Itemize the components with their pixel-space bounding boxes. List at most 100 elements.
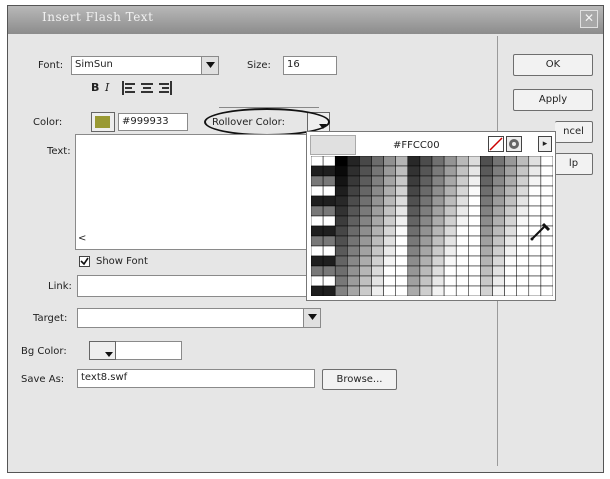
palette-color-cell[interactable] [311, 156, 324, 167]
palette-color-cell[interactable] [431, 165, 445, 177]
help-button[interactable]: lp [555, 153, 593, 175]
palette-color-cell[interactable] [419, 215, 433, 227]
palette-color-cell[interactable] [492, 195, 505, 207]
palette-color-cell[interactable] [347, 195, 360, 207]
palette-color-cell[interactable] [359, 185, 372, 197]
palette-color-cell[interactable] [540, 165, 553, 177]
palette-color-cell[interactable] [359, 165, 372, 177]
palette-color-cell[interactable] [443, 175, 457, 187]
palette-color-cell[interactable] [516, 265, 530, 277]
palette-color-cell[interactable] [455, 255, 469, 267]
palette-color-cell[interactable] [311, 245, 324, 257]
palette-color-cell[interactable] [359, 156, 372, 167]
browse-button[interactable]: Browse... [322, 369, 397, 390]
palette-color-cell[interactable] [516, 195, 530, 207]
palette-color-cell[interactable] [504, 285, 517, 296]
palette-color-cell[interactable] [371, 185, 384, 197]
palette-color-cell[interactable] [395, 215, 409, 227]
palette-color-cell[interactable] [311, 285, 324, 296]
palette-color-cell[interactable] [516, 185, 530, 197]
palette-color-cell[interactable] [334, 285, 348, 296]
palette-color-cell[interactable] [407, 175, 421, 187]
palette-color-cell[interactable] [395, 275, 409, 287]
palette-color-cell[interactable] [468, 275, 481, 287]
palette-color-cell[interactable] [431, 265, 445, 277]
palette-color-cell[interactable] [407, 245, 421, 257]
palette-color-cell[interactable] [516, 215, 530, 227]
palette-color-cell[interactable] [516, 175, 530, 187]
align-left-icon[interactable] [122, 81, 136, 95]
palette-color-cell[interactable] [540, 285, 553, 296]
palette-color-cell[interactable] [419, 255, 433, 267]
palette-color-cell[interactable] [322, 275, 336, 287]
size-input[interactable]: 16 [283, 56, 337, 75]
palette-color-cell[interactable] [371, 255, 384, 267]
palette-color-cell[interactable] [322, 156, 336, 167]
palette-color-cell[interactable] [419, 245, 433, 257]
no-color-icon[interactable] [488, 136, 504, 152]
palette-color-cell[interactable] [492, 265, 505, 277]
palette-color-cell[interactable] [516, 245, 530, 257]
color-wheel-icon[interactable] [506, 136, 522, 152]
palette-color-cell[interactable] [528, 255, 542, 267]
palette-color-cell[interactable] [407, 165, 421, 177]
align-right-icon[interactable] [158, 81, 172, 95]
palette-color-cell[interactable] [492, 175, 505, 187]
palette-color-cell[interactable] [395, 285, 409, 296]
palette-color-cell[interactable] [322, 215, 336, 227]
show-font-checkbox[interactable] [79, 256, 90, 267]
close-button[interactable]: ✕ [580, 10, 598, 28]
palette-color-cell[interactable] [407, 195, 421, 207]
palette-color-cell[interactable] [492, 156, 505, 167]
palette-color-cell[interactable] [431, 195, 445, 207]
palette-color-cell[interactable] [504, 235, 517, 247]
bold-button[interactable]: B [91, 81, 103, 95]
palette-color-cell[interactable] [492, 215, 505, 227]
palette-color-cell[interactable] [383, 205, 396, 217]
ok-button[interactable]: OK [513, 54, 593, 76]
palette-color-cell[interactable] [395, 195, 409, 207]
palette-color-cell[interactable] [311, 195, 324, 207]
palette-color-cell[interactable] [443, 265, 457, 277]
palette-color-cell[interactable] [347, 215, 360, 227]
palette-color-cell[interactable] [443, 156, 457, 167]
palette-color-cell[interactable] [480, 165, 493, 177]
palette-color-cell[interactable] [395, 225, 409, 237]
palette-color-cell[interactable] [540, 205, 553, 217]
palette-color-cell[interactable] [371, 195, 384, 207]
palette-color-cell[interactable] [311, 175, 324, 187]
palette-color-cell[interactable] [334, 265, 348, 277]
palette-color-cell[interactable] [383, 235, 396, 247]
palette-color-cell[interactable] [334, 275, 348, 287]
palette-color-cell[interactable] [540, 265, 553, 277]
palette-color-cell[interactable] [504, 205, 517, 217]
palette-color-cell[interactable] [516, 165, 530, 177]
palette-color-cell[interactable] [443, 165, 457, 177]
palette-color-cell[interactable] [395, 235, 409, 247]
palette-color-cell[interactable] [334, 185, 348, 197]
palette-color-cell[interactable] [431, 215, 445, 227]
palette-color-cell[interactable] [431, 175, 445, 187]
link-input[interactable] [77, 275, 309, 297]
palette-color-cell[interactable] [383, 185, 396, 197]
palette-color-cell[interactable] [455, 195, 469, 207]
palette-color-cell[interactable] [395, 165, 409, 177]
palette-color-cell[interactable] [322, 255, 336, 267]
palette-color-cell[interactable] [492, 285, 505, 296]
palette-color-cell[interactable] [468, 165, 481, 177]
palette-color-cell[interactable] [540, 185, 553, 197]
palette-color-cell[interactable] [359, 225, 372, 237]
palette-color-cell[interactable] [480, 175, 493, 187]
align-center-icon[interactable] [140, 81, 154, 95]
palette-color-cell[interactable] [371, 275, 384, 287]
palette-color-cell[interactable] [334, 215, 348, 227]
palette-color-cell[interactable] [528, 275, 542, 287]
palette-color-cell[interactable] [322, 265, 336, 277]
palette-color-cell[interactable] [443, 255, 457, 267]
palette-color-cell[interactable] [334, 235, 348, 247]
palette-color-cell[interactable] [540, 275, 553, 287]
chevron-down-icon[interactable] [201, 57, 218, 74]
palette-color-cell[interactable] [371, 205, 384, 217]
palette-color-cell[interactable] [504, 245, 517, 257]
palette-color-cell[interactable] [371, 156, 384, 167]
